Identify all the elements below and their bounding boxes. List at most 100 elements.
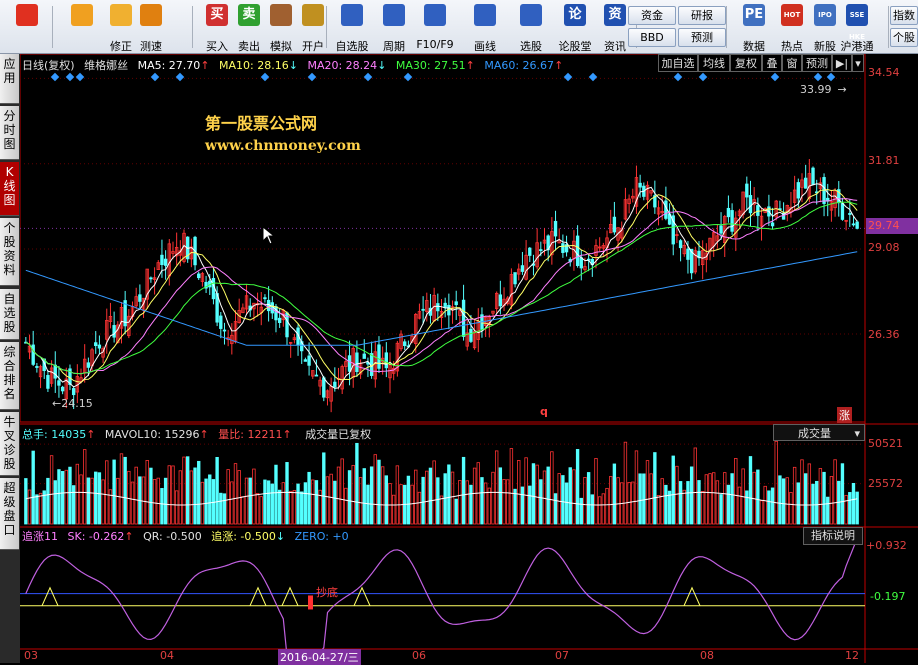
- candle-body: [513, 272, 517, 285]
- right-pair-button-1[interactable]: 个股: [890, 28, 918, 47]
- ma20-down-arrow-icon: ↓: [377, 59, 387, 72]
- monitor-button[interactable]: 选股: [512, 4, 550, 53]
- volume-bar: [561, 475, 565, 525]
- ma60-value: MA60: 26.67: [484, 59, 555, 72]
- sidebar-tab-5[interactable]: 综合排名: [0, 342, 19, 410]
- sse-hke-icon: SSE HKE: [846, 4, 868, 41]
- buy-icon: 买: [206, 4, 228, 26]
- volume-bar: [494, 450, 499, 525]
- volume-bar: [57, 469, 61, 525]
- pair1-button-1[interactable]: BBD: [628, 28, 676, 47]
- volume-bar: [542, 470, 547, 525]
- volume-bar: [288, 490, 293, 525]
- sidebar-tab-3[interactable]: 个股资料: [0, 218, 19, 286]
- volume-bar: [285, 462, 289, 525]
- candle-body: [60, 386, 65, 392]
- sidebar-tab-1[interactable]: 分时图: [0, 106, 19, 160]
- collapse-arrow-icon[interactable]: ▶|: [832, 54, 852, 72]
- zz-spike: [281, 586, 299, 606]
- sidebar-tab-2[interactable]: K线图: [0, 162, 19, 216]
- grid-logo-button[interactable]: [5, 4, 49, 50]
- volume-bar: [789, 492, 793, 525]
- volume-bar: [678, 481, 683, 525]
- add-watchlist-button[interactable]: 加自选: [658, 54, 698, 72]
- indicator-help-button[interactable]: 指标说明: [803, 527, 863, 545]
- candle-body: [612, 216, 617, 233]
- pair2-button-1[interactable]: 预测: [678, 28, 726, 47]
- candle-body: [579, 257, 583, 269]
- signal-diamond: [260, 72, 270, 82]
- volume-bar: [737, 486, 742, 525]
- star-button[interactable]: 自选股: [333, 4, 371, 53]
- pair1-group: 资金 BBD: [628, 6, 676, 48]
- x-tick-08: 08: [700, 649, 714, 662]
- candle-body: [347, 355, 352, 372]
- overlay-button[interactable]: 叠: [762, 54, 782, 72]
- volume-bar: [60, 471, 65, 525]
- price-panel-frame: [20, 54, 866, 423]
- candle-body: [149, 277, 153, 280]
- sidebar-tab-6[interactable]: 牛叉诊股: [0, 412, 19, 476]
- volume-bar: [575, 449, 580, 525]
- candle-body: [678, 240, 683, 249]
- price-tick-2: 31.81: [868, 154, 900, 167]
- candle-body: [94, 342, 98, 347]
- volume-bar: [344, 487, 348, 525]
- sidebar-tab-7[interactable]: 超级盘口: [0, 478, 19, 550]
- volume-bar: [421, 476, 425, 525]
- sidebar-tab-4[interactable]: 自选股: [0, 289, 19, 340]
- volume-bar: [156, 477, 160, 525]
- volume-bar: [745, 490, 749, 525]
- volume-bar: [781, 478, 786, 525]
- volume-bar: [586, 472, 591, 525]
- kline-chart[interactable]: [20, 54, 918, 663]
- volume-bar: [498, 467, 503, 525]
- volume-bar: [712, 472, 716, 525]
- cycle-button[interactable]: 周期: [375, 4, 413, 53]
- signal-diamond: [150, 72, 160, 82]
- volume-indicator-select[interactable]: 成交量 ▾: [773, 424, 865, 441]
- pen-button[interactable]: 画线: [466, 4, 504, 53]
- window-button[interactable]: 窗: [782, 54, 802, 72]
- volume-bar: [667, 490, 672, 525]
- volume-bar: [483, 482, 488, 525]
- pair1-button-0[interactable]: 资金: [628, 6, 676, 25]
- back-arrow-button[interactable]: [60, 4, 104, 50]
- pair2-button-0[interactable]: 研报: [678, 6, 726, 25]
- speedometer-button[interactable]: 测速: [132, 4, 170, 53]
- fuquan-button[interactable]: 复权: [730, 54, 762, 72]
- candle-body: [277, 317, 282, 323]
- sidebar-tab-0[interactable]: 应用: [0, 54, 19, 104]
- pe-button[interactable]: PE 数据: [735, 4, 773, 53]
- volume-bar: [255, 493, 260, 525]
- volume-bar: [840, 463, 845, 525]
- ma-button[interactable]: 均线: [698, 54, 730, 72]
- volume-bar: [266, 480, 271, 525]
- volume-bar: [219, 492, 223, 525]
- f10-button[interactable]: F10/F9: [416, 4, 454, 51]
- toolbar-separator: [52, 6, 53, 48]
- volume-bar: [792, 466, 797, 525]
- volume-bar: [292, 490, 297, 525]
- right-pair-button-0[interactable]: 指数: [890, 6, 918, 25]
- candle-body: [855, 221, 859, 229]
- mavol-up-arrow-icon: ↑: [199, 428, 209, 441]
- ma60-up-arrow-icon: ↑: [554, 59, 564, 72]
- forecast-button[interactable]: 预测: [802, 54, 832, 72]
- volume-bar: [513, 488, 517, 525]
- indicator-header: 追涨11 SK: -0.262↑ QR: -0.500 追涨: -0.500↓ …: [22, 528, 355, 544]
- volume-bar: [756, 469, 760, 525]
- volume-bar: [491, 471, 495, 525]
- forum-button[interactable]: 论论股堂: [556, 4, 594, 53]
- low-price-label: ←24.15: [52, 397, 93, 410]
- candle-body: [443, 302, 447, 308]
- grid-logo-icon: [16, 4, 38, 26]
- volume-bar: [734, 458, 738, 525]
- volume-bar: [767, 490, 771, 525]
- sse-hke-button[interactable]: SSE HKE 沪港通: [838, 4, 876, 53]
- news-icon: 资: [604, 4, 626, 26]
- x-tick-12: 12: [845, 649, 859, 662]
- dropdown-arrow-icon[interactable]: ▾: [852, 54, 864, 72]
- candle-body: [770, 222, 775, 227]
- total-volume: 总手: 14035: [22, 428, 87, 441]
